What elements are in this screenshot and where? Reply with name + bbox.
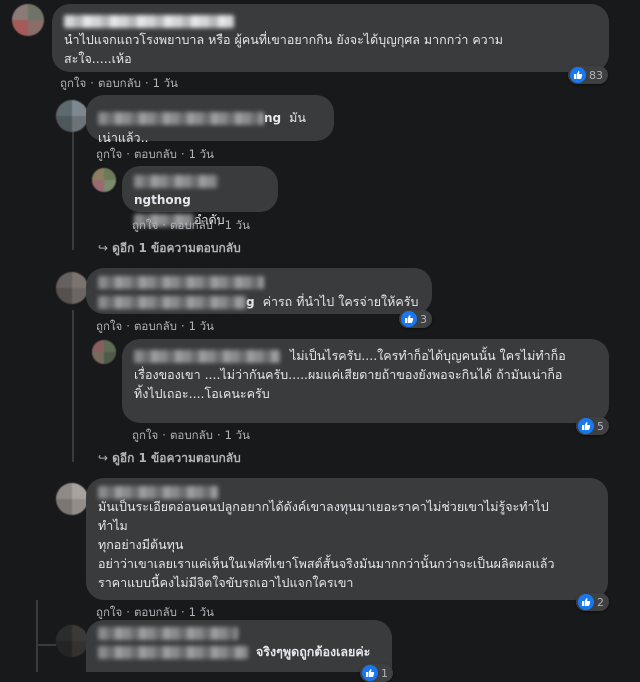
reaction-count-badge[interactable]: 5 (576, 417, 609, 435)
reaction-count-badge[interactable]: 3 (399, 310, 432, 328)
like-icon (570, 67, 586, 83)
comment-text-line: สะใจ.....เห้อ (64, 51, 132, 66)
blurred-author-name (98, 276, 264, 289)
blurred-author-name (64, 15, 234, 28)
comment-actions: ถูกใจ · ตอบกลับ · 1 วัน (132, 218, 250, 232)
view-more-replies[interactable]: ↪ ดูอีก 1 ข้อความตอบกลับ (98, 239, 241, 258)
timestamp[interactable]: 1 วัน (225, 218, 250, 232)
timestamp[interactable]: 1 วัน (189, 147, 214, 161)
like-icon (578, 594, 594, 610)
view-more-replies-label: ดูอีก 1 ข้อความตอบกลับ (112, 241, 241, 255)
reaction-count: 2 (597, 595, 604, 609)
reaction-count-badge[interactable]: 2 (576, 593, 609, 611)
comment-text: ค่ารถ ที่นำไป ใครจ่ายให้ครับ (262, 294, 419, 309)
blurred-author-name (98, 296, 246, 309)
avatar[interactable] (56, 483, 88, 515)
comment-actions: ถูกใจ · ตอบกลับ · 1 วัน (132, 428, 250, 442)
blurred-author-name (98, 627, 238, 640)
avatar[interactable] (56, 272, 88, 304)
comment-bubble: จริงๆพูดถูกต้องเลยค่ะ (86, 620, 392, 672)
reply-bubble: ไม่เป็นไรครับ....ใครทำก็อได้บุญคนนั้น ใค… (122, 339, 609, 423)
comment-actions: ถูกใจ · ตอบกลับ · 1 วัน (96, 147, 214, 161)
like-link[interactable]: ถูกใจ (132, 428, 158, 442)
like-icon (401, 311, 417, 327)
comment-text-line: ทำไม (98, 518, 128, 533)
comment-bubble: g ค่ารถ ที่นำไป ใครจ่ายให้ครับ (86, 268, 432, 314)
reply-link[interactable]: ตอบกลับ (134, 605, 177, 619)
reaction-count-badge[interactable]: 83 (568, 66, 608, 84)
reaction-count: 1 (381, 666, 388, 680)
thread-line (72, 132, 74, 250)
avatar[interactable] (12, 4, 44, 36)
like-link[interactable]: ถูกใจ (96, 147, 122, 161)
thread-line (72, 310, 74, 462)
comment-author-tail[interactable]: ng (264, 111, 281, 125)
like-link[interactable]: ถูกใจ (60, 76, 86, 90)
view-more-replies[interactable]: ↪ ดูอีก 1 ข้อความตอบกลับ (98, 449, 241, 468)
blurred-author-name (134, 350, 280, 363)
reaction-count: 3 (420, 312, 427, 326)
comment-text-line: ไม่เป็นไรครับ....ใครทำก็อได้บุญคนนั้น ใค… (290, 348, 566, 363)
comment-text-line: ราคาแบบนี้คงไม่มีจิตใจขับรถเอาไปแจกใครเข… (98, 575, 354, 590)
comment-bubble: ng มันเน่าแล้ว.. (86, 95, 334, 145)
comment-text-line: อย่าว่าเขาเลยเราแค่เห็นในเฟสที่เขาโพสต์ส… (98, 556, 555, 571)
comment-text-line: เรื่องของเขา ....ไม่ว่ากันครับ.....ผมแค่… (134, 367, 563, 382)
comment-author-tail[interactable]: ngthong (134, 193, 191, 207)
avatar[interactable] (92, 340, 116, 364)
like-link[interactable]: ถูกใจ (132, 218, 158, 232)
reaction-count: 5 (597, 419, 604, 433)
comment-bubble: มันเป็นระเอียดอ่อนคนปลูกอยากได้ดังค์เขาล… (86, 478, 608, 600)
blurred-author-name (98, 112, 264, 125)
comment-actions: ถูกใจ · ตอบกลับ · 1 วัน (96, 319, 214, 333)
like-link[interactable]: ถูกใจ (96, 605, 122, 619)
timestamp[interactable]: 1 วัน (189, 319, 214, 333)
like-link[interactable]: ถูกใจ (96, 319, 122, 333)
reply-bubble: ngthong อำดับ (122, 166, 278, 227)
avatar[interactable] (56, 625, 88, 657)
timestamp[interactable]: 1 วัน (153, 76, 178, 90)
comment-text-line: นำไปแจกแถวโรงพยาบาล หรือ ผู้คนที่เขาอยาก… (64, 32, 503, 47)
like-icon (362, 665, 378, 681)
reply-link[interactable]: ตอบกลับ (170, 218, 213, 232)
reaction-count: 83 (589, 68, 603, 82)
comment-text-line: ทิ้งไปเถอะ....โอเคนะครับ (134, 386, 270, 401)
comment-text: จริงๆพูดถูกต้องเลยค่ะ (255, 644, 371, 659)
avatar[interactable] (92, 168, 116, 192)
reaction-count-badge[interactable]: 1 (360, 664, 393, 682)
comment-author-tail[interactable]: g (246, 295, 255, 309)
thread-line (36, 644, 56, 646)
blurred-author-name (98, 646, 248, 659)
comment-text-line: ทุกอย่างมีต้นทุน (98, 537, 184, 552)
reply-link[interactable]: ตอบกลับ (134, 147, 177, 161)
reply-arrow-icon: ↪ (98, 241, 109, 255)
reply-link[interactable]: ตอบกลับ (134, 319, 177, 333)
thread-line (36, 600, 38, 672)
view-more-replies-label: ดูอีก 1 ข้อความตอบกลับ (112, 451, 241, 465)
timestamp[interactable]: 1 วัน (225, 428, 250, 442)
like-icon (578, 418, 594, 434)
reply-link[interactable]: ตอบกลับ (170, 428, 213, 442)
blurred-author-name (98, 486, 218, 499)
comment-author[interactable] (64, 11, 597, 30)
avatar[interactable] (56, 100, 88, 132)
reply-arrow-icon: ↪ (98, 451, 109, 465)
blurred-author-name (134, 175, 218, 188)
reply-link[interactable]: ตอบกลับ (98, 76, 141, 90)
comment-actions: ถูกใจ · ตอบกลับ · 1 วัน (60, 76, 178, 90)
comment-bubble: นำไปแจกแถวโรงพยาบาล หรือ ผู้คนที่เขาอยาก… (52, 4, 609, 72)
timestamp[interactable]: 1 วัน (189, 605, 214, 619)
comment-text-line: มันเป็นระเอียดอ่อนคนปลูกอยากได้ดังค์เขาล… (98, 499, 549, 514)
